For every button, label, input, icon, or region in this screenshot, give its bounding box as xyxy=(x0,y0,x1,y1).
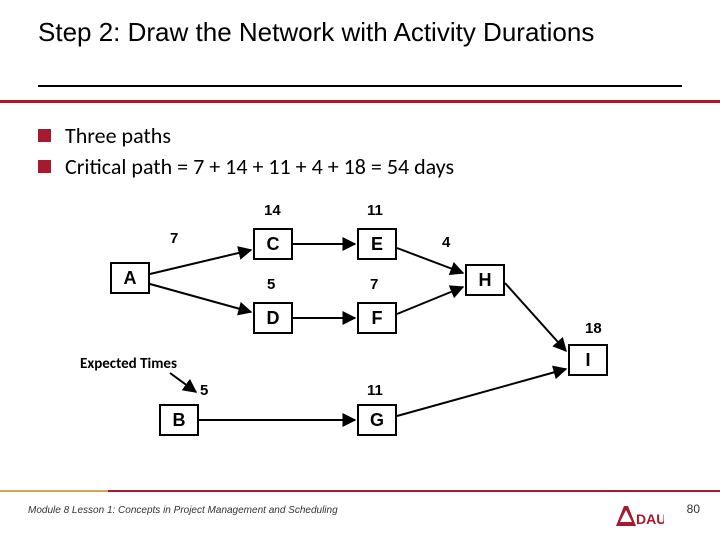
bullet-text: Critical path = 7 + 14 + 11 + 4 + 18 = 5… xyxy=(65,153,454,180)
svg-text:DAU: DAU xyxy=(636,511,664,527)
duration-E: 11 xyxy=(367,202,383,219)
bullet-list: Three paths Critical path = 7 + 14 + 11 … xyxy=(38,122,454,184)
node-B: B xyxy=(159,404,199,436)
bullet-item: Three paths xyxy=(38,122,454,149)
duration-A: 7 xyxy=(170,230,178,247)
duration-C: 14 xyxy=(264,202,281,219)
title-underline xyxy=(38,85,682,87)
duration-F: 7 xyxy=(370,276,378,293)
node-H: H xyxy=(465,264,505,296)
duration-D: 5 xyxy=(267,276,275,293)
bullet-text: Three paths xyxy=(65,122,171,149)
accent-rule xyxy=(0,100,720,103)
node-D: D xyxy=(253,302,293,334)
duration-H: 4 xyxy=(442,234,450,251)
node-I: I xyxy=(568,344,608,376)
footer-rule xyxy=(0,490,720,492)
page-number: 80 xyxy=(687,502,700,516)
footer-text: Module 8 Lesson 1: Concepts in Project M… xyxy=(28,505,338,516)
node-A: A xyxy=(110,262,150,294)
bullet-item: Critical path = 7 + 14 + 11 + 4 + 18 = 5… xyxy=(38,153,454,180)
duration-B: 5 xyxy=(200,382,208,399)
bullet-marker xyxy=(38,160,51,173)
node-G: G xyxy=(357,404,397,436)
node-F: F xyxy=(357,302,397,334)
dau-logo: DAU xyxy=(614,504,664,528)
duration-G: 11 xyxy=(367,382,383,399)
bullet-marker xyxy=(38,129,51,142)
slide-title: Step 2: Draw the Network with Activity D… xyxy=(38,18,594,48)
node-C: C xyxy=(253,228,293,260)
expected-times-label: Expected Times xyxy=(80,355,177,373)
network-diagram: 7 14 5 11 7 4 18 5 11 A C D E F H I B G … xyxy=(0,200,720,460)
node-E: E xyxy=(357,228,397,260)
duration-I: 18 xyxy=(585,320,602,337)
